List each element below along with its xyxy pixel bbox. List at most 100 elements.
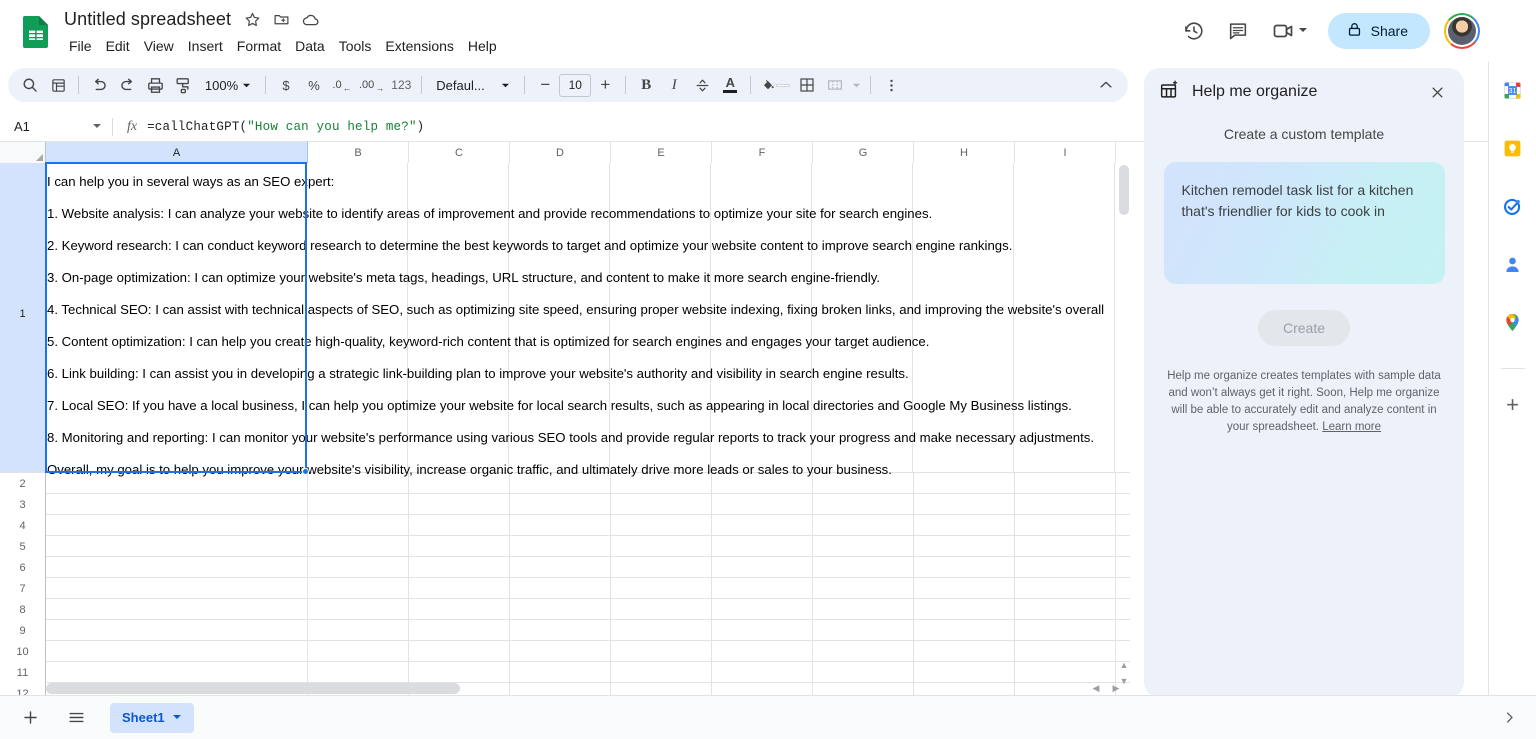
- cell-b2[interactable]: [308, 473, 409, 494]
- menu-edit[interactable]: Edit: [99, 36, 137, 56]
- row-header-7[interactable]: 7: [0, 578, 46, 599]
- collapse-toolbar-icon[interactable]: [1092, 71, 1120, 99]
- meet-camera-button[interactable]: [1262, 11, 1318, 51]
- expand-rail-icon[interactable]: [1494, 703, 1524, 733]
- row-header-11[interactable]: 11: [0, 662, 46, 683]
- cell-c4[interactable]: [409, 515, 510, 536]
- redo-icon[interactable]: [113, 71, 141, 99]
- cell-g3[interactable]: [813, 494, 914, 515]
- cell-d7[interactable]: [510, 578, 611, 599]
- cell-a2[interactable]: [46, 473, 308, 494]
- cell-i6[interactable]: [1015, 557, 1116, 578]
- cell-e9[interactable]: [611, 620, 712, 641]
- version-history-icon[interactable]: [1174, 11, 1214, 51]
- name-box[interactable]: A1: [8, 115, 108, 139]
- learn-more-link[interactable]: Learn more: [1322, 421, 1381, 433]
- cell-f11[interactable]: [712, 662, 813, 683]
- fill-handle[interactable]: [302, 468, 309, 475]
- cell-c6[interactable]: [409, 557, 510, 578]
- cell-e10[interactable]: [611, 641, 712, 662]
- cell-h8[interactable]: [914, 599, 1015, 620]
- undo-history-menu-icon[interactable]: [44, 71, 72, 99]
- close-icon[interactable]: [1422, 77, 1452, 107]
- chevron-down-icon[interactable]: [172, 710, 182, 725]
- cell-e7[interactable]: [611, 578, 712, 599]
- menu-data[interactable]: Data: [288, 36, 332, 56]
- more-options-icon[interactable]: [877, 71, 905, 99]
- cell-g11[interactable]: [813, 662, 914, 683]
- add-sheet-button[interactable]: [14, 702, 46, 734]
- row-header-4[interactable]: 4: [0, 515, 46, 536]
- cell-b3[interactable]: [308, 494, 409, 515]
- cell-e11[interactable]: [611, 662, 712, 683]
- cell-a8[interactable]: [46, 599, 308, 620]
- horizontal-scrollbar[interactable]: [46, 681, 1082, 695]
- cell-g1[interactable]: [812, 163, 913, 472]
- cell-g5[interactable]: [813, 536, 914, 557]
- menu-help[interactable]: Help: [461, 36, 504, 56]
- cell-f2[interactable]: [712, 473, 813, 494]
- cell-f6[interactable]: [712, 557, 813, 578]
- bold-button[interactable]: B: [632, 71, 660, 99]
- cell-a5[interactable]: [46, 536, 308, 557]
- star-icon[interactable]: [242, 10, 262, 30]
- undo-icon[interactable]: [85, 71, 113, 99]
- share-button[interactable]: Share: [1328, 13, 1430, 49]
- cell-g7[interactable]: [813, 578, 914, 599]
- cell-i3[interactable]: [1015, 494, 1116, 515]
- cell-f5[interactable]: [712, 536, 813, 557]
- cell-i2[interactable]: [1015, 473, 1116, 494]
- row-header-6[interactable]: 6: [0, 557, 46, 578]
- font-family-dropdown[interactable]: Defaul...: [428, 71, 518, 99]
- cell-b6[interactable]: [308, 557, 409, 578]
- cell-b8[interactable]: [308, 599, 409, 620]
- row-header-8[interactable]: 8: [0, 599, 46, 620]
- column-header-h[interactable]: H: [914, 142, 1015, 163]
- move-to-folder-icon[interactable]: [271, 10, 291, 30]
- row-header-2[interactable]: 2: [0, 473, 46, 494]
- cell-d3[interactable]: [510, 494, 611, 515]
- cell-h5[interactable]: [914, 536, 1015, 557]
- row-header-5[interactable]: 5: [0, 536, 46, 557]
- scroll-up-icon[interactable]: ▲: [1118, 657, 1130, 673]
- cell-i9[interactable]: [1015, 620, 1116, 641]
- column-header-i[interactable]: I: [1015, 142, 1116, 163]
- menu-insert[interactable]: Insert: [181, 36, 230, 56]
- cell-e5[interactable]: [611, 536, 712, 557]
- cell-b1[interactable]: [307, 163, 408, 472]
- avatar[interactable]: [1444, 13, 1480, 49]
- menu-extensions[interactable]: Extensions: [378, 36, 460, 56]
- row-header-12[interactable]: 12: [0, 683, 46, 695]
- cell-h1[interactable]: [913, 163, 1014, 472]
- cell-b11[interactable]: [308, 662, 409, 683]
- cell-a10[interactable]: [46, 641, 308, 662]
- comment-icon[interactable]: [1218, 11, 1258, 51]
- cell-a3[interactable]: [46, 494, 308, 515]
- merge-dropdown-icon[interactable]: [849, 71, 864, 99]
- add-app-icon[interactable]: +: [1501, 393, 1525, 417]
- menu-view[interactable]: View: [137, 36, 181, 56]
- cell-a4[interactable]: [46, 515, 308, 536]
- cell-d2[interactable]: [510, 473, 611, 494]
- column-header-g[interactable]: G: [813, 142, 914, 163]
- tasks-icon[interactable]: [1501, 194, 1525, 218]
- cell-g8[interactable]: [813, 599, 914, 620]
- cell-f1[interactable]: [711, 163, 812, 472]
- cell-g4[interactable]: [813, 515, 914, 536]
- calendar-icon[interactable]: 31: [1501, 78, 1525, 102]
- column-header-b[interactable]: B: [308, 142, 409, 163]
- zoom-level-dropdown[interactable]: 100%: [197, 71, 259, 99]
- column-header-a[interactable]: A: [46, 142, 308, 163]
- cell-f10[interactable]: [712, 641, 813, 662]
- cell-h11[interactable]: [914, 662, 1015, 683]
- keep-icon[interactable]: [1501, 136, 1525, 160]
- cell-d5[interactable]: [510, 536, 611, 557]
- column-header-f[interactable]: F: [712, 142, 813, 163]
- cell-c5[interactable]: [409, 536, 510, 557]
- create-button[interactable]: Create: [1258, 310, 1350, 346]
- cell-d11[interactable]: [510, 662, 611, 683]
- cell-e4[interactable]: [611, 515, 712, 536]
- cell-i8[interactable]: [1015, 599, 1116, 620]
- cell-a1[interactable]: [45, 162, 307, 473]
- cell-f9[interactable]: [712, 620, 813, 641]
